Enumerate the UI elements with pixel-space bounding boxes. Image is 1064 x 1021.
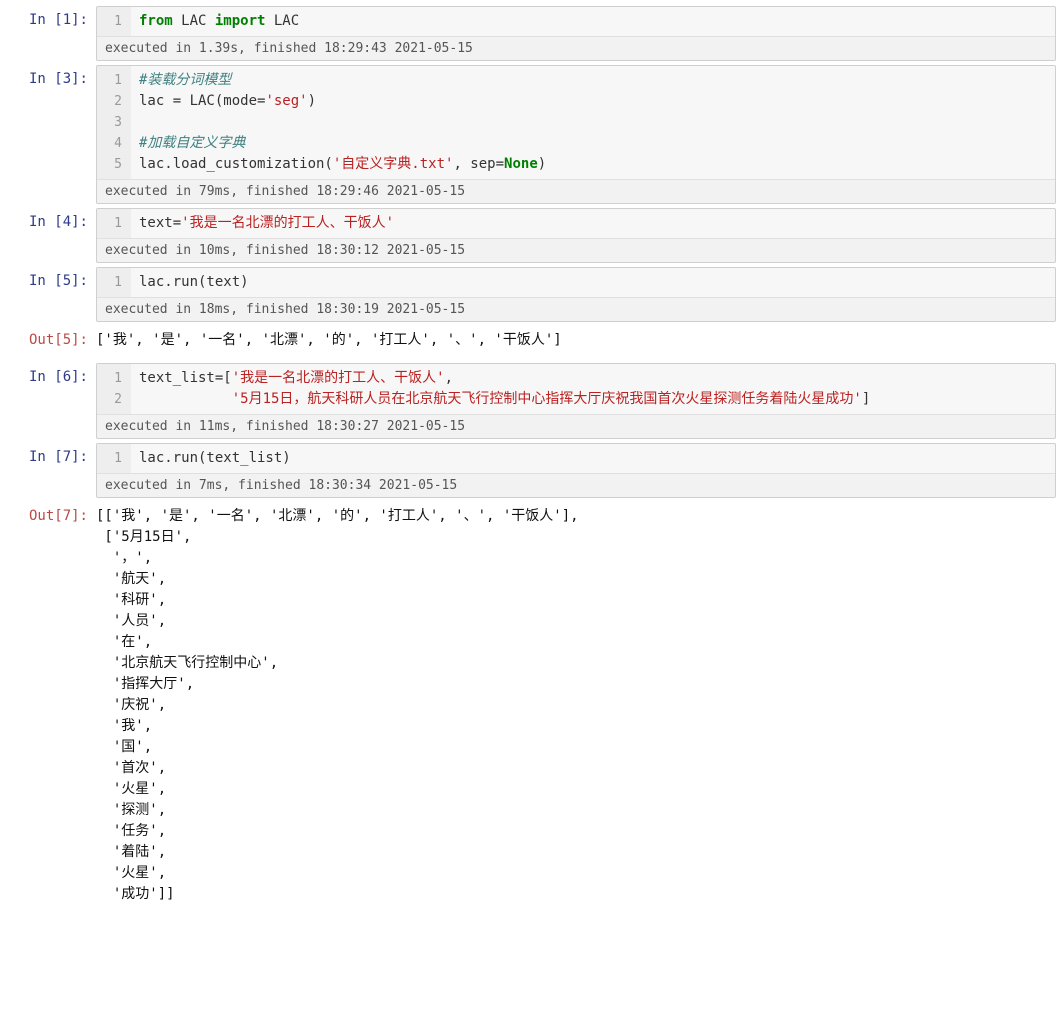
execution-footer: executed in 11ms, finished 18:30:27 2021… <box>97 414 1055 438</box>
execution-footer: executed in 79ms, finished 18:29:46 2021… <box>97 179 1055 203</box>
line-gutter: 1 <box>97 444 131 473</box>
input-cell: In [6]:12text_list=['我是一名北漂的打工人、干饭人', '5… <box>4 363 1060 439</box>
code-editor[interactable]: from LAC import LAC <box>131 7 307 36</box>
input-cell: In [5]:1lac.run(text)executed in 18ms, f… <box>4 267 1060 322</box>
output-text: [['我', '是', '一名', '北漂', '的', '打工人', '、',… <box>96 502 1060 913</box>
output-cell: Out[7]:[['我', '是', '一名', '北漂', '的', '打工人… <box>4 502 1060 913</box>
code-block[interactable]: 12345#装载分词模型 lac = LAC(mode='seg') #加载自定… <box>96 65 1056 204</box>
input-prompt: In [4]: <box>4 208 96 263</box>
code-block[interactable]: 1lac.run(text_list)executed in 7ms, fini… <box>96 443 1056 498</box>
output-prompt: Out[5]: <box>4 326 96 359</box>
code-editor[interactable]: lac.run(text) <box>131 268 257 297</box>
input-cell: In [3]:12345#装载分词模型 lac = LAC(mode='seg'… <box>4 65 1060 204</box>
execution-footer: executed in 18ms, finished 18:30:19 2021… <box>97 297 1055 321</box>
code-block[interactable]: 1lac.run(text)executed in 18ms, finished… <box>96 267 1056 322</box>
notebook: In [1]:1from LAC import LACexecuted in 1… <box>4 6 1060 913</box>
execution-footer: executed in 7ms, finished 18:30:34 2021-… <box>97 473 1055 497</box>
output-text: ['我', '是', '一名', '北漂', '的', '打工人', '、', … <box>96 326 1060 359</box>
code-editor[interactable]: text_list=['我是一名北漂的打工人、干饭人', '5月15日，航天科研… <box>131 364 878 414</box>
line-gutter: 12345 <box>97 66 131 179</box>
input-prompt: In [7]: <box>4 443 96 498</box>
output-cell: Out[5]:['我', '是', '一名', '北漂', '的', '打工人'… <box>4 326 1060 359</box>
line-gutter: 1 <box>97 7 131 36</box>
input-cell: In [4]:1text='我是一名北漂的打工人、干饭人'executed in… <box>4 208 1060 263</box>
line-gutter: 1 <box>97 209 131 238</box>
line-gutter: 1 <box>97 268 131 297</box>
input-prompt: In [3]: <box>4 65 96 204</box>
input-cell: In [1]:1from LAC import LACexecuted in 1… <box>4 6 1060 61</box>
execution-footer: executed in 10ms, finished 18:30:12 2021… <box>97 238 1055 262</box>
input-cell: In [7]:1lac.run(text_list)executed in 7m… <box>4 443 1060 498</box>
code-block[interactable]: 12text_list=['我是一名北漂的打工人、干饭人', '5月15日，航天… <box>96 363 1056 439</box>
code-block[interactable]: 1from LAC import LACexecuted in 1.39s, f… <box>96 6 1056 61</box>
output-prompt: Out[7]: <box>4 502 96 913</box>
code-block[interactable]: 1text='我是一名北漂的打工人、干饭人'executed in 10ms, … <box>96 208 1056 263</box>
code-editor[interactable]: lac.run(text_list) <box>131 444 299 473</box>
line-gutter: 12 <box>97 364 131 414</box>
code-editor[interactable]: #装载分词模型 lac = LAC(mode='seg') #加载自定义字典 l… <box>131 66 554 179</box>
input-prompt: In [5]: <box>4 267 96 322</box>
execution-footer: executed in 1.39s, finished 18:29:43 202… <box>97 36 1055 60</box>
code-editor[interactable]: text='我是一名北漂的打工人、干饭人' <box>131 209 402 238</box>
input-prompt: In [1]: <box>4 6 96 61</box>
input-prompt: In [6]: <box>4 363 96 439</box>
